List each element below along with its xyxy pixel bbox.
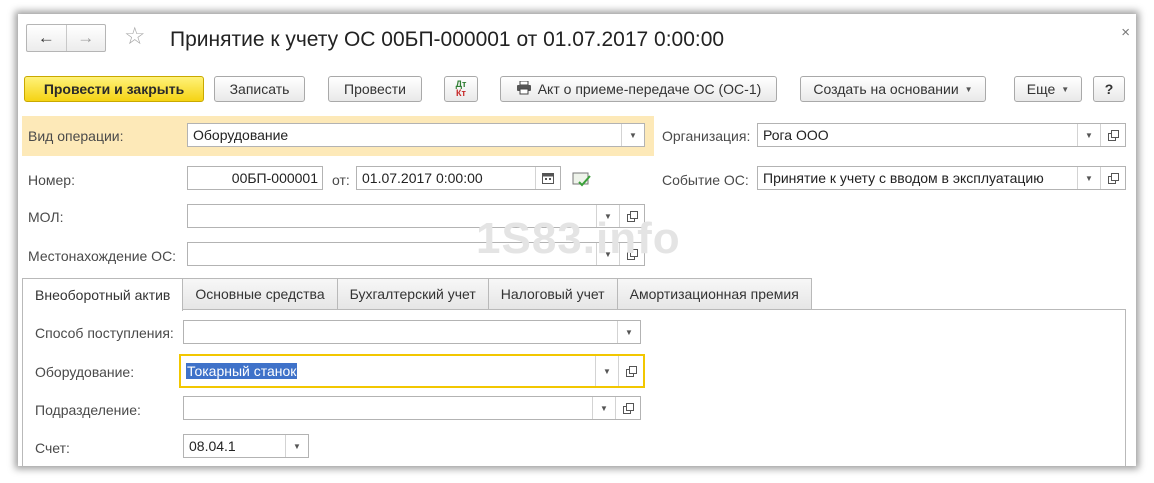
os-event-field[interactable]: Принятие к учету с вводом в эксплуатацию… (757, 166, 1126, 190)
organization-label: Организация: (662, 128, 751, 144)
equipment-field[interactable]: Токарный станок ▼ (179, 354, 645, 388)
date-field[interactable]: 01.07.2017 0:00:00 (356, 166, 561, 190)
equipment-value: Токарный станок (181, 363, 595, 379)
post-label: Провести (344, 81, 406, 97)
tab-panel-non-current-asset: Способ поступления: ▼ Оборудование: Тока… (22, 309, 1126, 466)
help-button[interactable]: ? (1093, 76, 1125, 102)
post-and-close-button[interactable]: Провести и закрыть (24, 76, 204, 102)
date-value: 01.07.2017 0:00:00 (362, 170, 483, 186)
create-based-on-label: Создать на основании (813, 81, 959, 97)
os-event-label: Событие ОС: (662, 172, 749, 188)
open-icon[interactable] (618, 356, 643, 386)
chevron-down-icon[interactable]: ▼ (285, 435, 308, 457)
tab-tax-accounting[interactable]: Налоговый учет (487, 278, 618, 309)
chevron-down-icon[interactable]: ▼ (592, 397, 615, 419)
number-field[interactable]: 00БП-000001 (187, 166, 323, 190)
number-label: Номер: (28, 172, 75, 188)
organization-field[interactable]: Рога ООО ▼ (757, 123, 1126, 147)
star-icon[interactable]: ☆ (124, 24, 146, 50)
organization-value: Рога ООО (763, 127, 829, 143)
forward-button[interactable]: → (65, 25, 106, 51)
arrow-right-icon: → (77, 28, 95, 47)
date-label: от: (332, 172, 350, 188)
tab-depreciation-bonus[interactable]: Амортизационная премия (616, 278, 812, 309)
equipment-label: Оборудование: (35, 364, 135, 380)
receipt-method-label: Способ поступления: (35, 325, 174, 341)
chevron-down-icon[interactable]: ▼ (1077, 124, 1100, 146)
chevron-down-icon[interactable]: ▼ (1077, 167, 1100, 189)
help-label: ? (1104, 81, 1114, 97)
account-label: Счет: (35, 440, 70, 456)
act-os1-print-button[interactable]: Акт о приеме-передаче ОС (ОС-1) (500, 76, 777, 102)
os-event-value: Принятие к учету с вводом в эксплуатацию (763, 170, 1044, 186)
close-icon[interactable]: × (1121, 24, 1130, 41)
open-icon[interactable] (1100, 124, 1125, 146)
document-window: ← → ☆ Принятие к учету ОС 00БП-000001 от… (18, 14, 1136, 466)
watermark: 1S83.info (476, 214, 681, 263)
dt-kt-icon: Дт Кт (456, 80, 467, 98)
create-based-on-button[interactable]: Создать на основании ▼ (800, 76, 986, 102)
receipt-method-select[interactable]: ▼ (183, 320, 641, 344)
back-button[interactable]: ← (27, 25, 66, 51)
department-field[interactable]: ▼ (183, 396, 641, 420)
act-os1-label: Акт о приеме-передаче ОС (ОС-1) (537, 81, 762, 97)
chevron-down-icon: ▼ (1061, 84, 1070, 94)
chevron-down-icon[interactable]: ▼ (617, 321, 640, 343)
account-field[interactable]: 08.04.1 ▼ (183, 434, 309, 458)
save-button[interactable]: Записать (214, 76, 305, 102)
page-title: Принятие к учету ОС 00БП-000001 от 01.07… (170, 28, 725, 51)
navigation-buttons: ← → (26, 24, 106, 52)
more-button[interactable]: Еще ▼ (1014, 76, 1082, 102)
calendar-icon[interactable] (535, 167, 560, 189)
save-label: Записать (229, 81, 290, 97)
account-value: 08.04.1 (189, 438, 236, 454)
open-icon[interactable] (615, 397, 640, 419)
operation-type-label: Вид операции: (28, 128, 124, 144)
printer-icon (516, 80, 532, 98)
open-icon[interactable] (1100, 167, 1125, 189)
more-label: Еще (1026, 81, 1056, 97)
number-value: 00БП-000001 (231, 170, 318, 186)
kt-label: Кт (456, 88, 466, 98)
tab-non-current-asset[interactable]: Внеоборотный актив (22, 278, 184, 311)
tab-accounting[interactable]: Бухгалтерский учет (336, 278, 489, 309)
mol-label: МОЛ: (28, 209, 64, 225)
location-label: Местонахождение ОС: (28, 248, 177, 264)
tab-fixed-assets[interactable]: Основные средства (182, 278, 338, 309)
chevron-down-icon[interactable]: ▼ (621, 124, 644, 146)
arrow-left-icon: ← (37, 28, 55, 47)
chevron-down-icon[interactable]: ▼ (595, 356, 618, 386)
chevron-down-icon: ▼ (964, 84, 973, 94)
tab-bar: Внеоборотный актив Основные средства Бух… (22, 278, 812, 311)
post-button[interactable]: Провести (328, 76, 422, 102)
posted-document-icon (572, 171, 592, 190)
equipment-selected-text: Токарный станок (186, 363, 298, 379)
operation-type-value: Оборудование (193, 127, 289, 143)
department-label: Подразделение: (35, 402, 141, 418)
operation-type-select[interactable]: Оборудование ▼ (187, 123, 645, 147)
post-and-close-label: Провести и закрыть (43, 81, 185, 97)
dt-kt-button[interactable]: Дт Кт (444, 76, 478, 102)
